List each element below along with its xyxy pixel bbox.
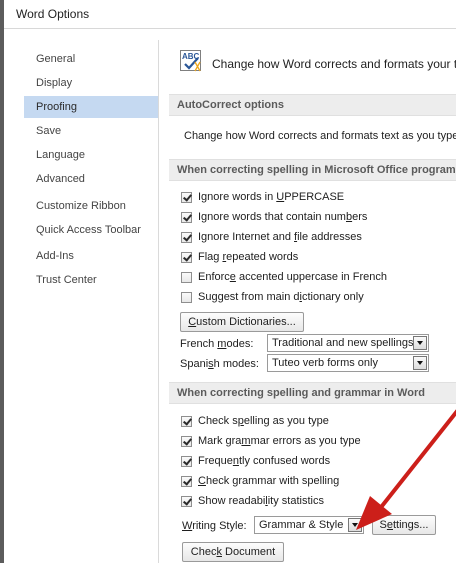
checkbox-label: Mark grammar errors as you type bbox=[198, 435, 361, 447]
nav-item-save[interactable]: Save bbox=[24, 120, 158, 142]
section-autocorrect: AutoCorrect options bbox=[169, 94, 456, 116]
settings-button[interactable]: Settings... bbox=[372, 515, 436, 535]
french-modes-dropdown[interactable]: Traditional and new spellings bbox=[267, 334, 429, 352]
checkbox-label: Flag repeated words bbox=[198, 251, 299, 263]
section-title-word-spelling: When correcting spelling and grammar in … bbox=[177, 387, 425, 399]
checkbox-label: Ignore Internet and file addresses bbox=[198, 231, 362, 243]
checkbox-label: Show readability statistics bbox=[198, 495, 324, 507]
checkbox-box[interactable] bbox=[181, 496, 192, 507]
nav-item-trust-center[interactable]: Trust Center bbox=[24, 269, 158, 291]
nav-item-advanced[interactable]: Advanced bbox=[24, 168, 158, 190]
french-modes-value: Traditional and new spellings bbox=[272, 337, 414, 349]
checkbox-box[interactable] bbox=[181, 476, 192, 487]
nav-item-customize-ribbon[interactable]: Customize Ribbon bbox=[24, 195, 158, 217]
autocorrect-description: Change how Word corrects and formats tex… bbox=[184, 130, 456, 142]
checkbox-label: Ignore words in UPPERCASE bbox=[198, 191, 345, 203]
writing-style-dropdown[interactable]: Grammar & Style bbox=[254, 516, 364, 534]
checkbox-label: Frequently confused words bbox=[198, 455, 331, 467]
french-modes-label: French modes: bbox=[180, 338, 254, 350]
panel-header-text: Change how Word corrects and formats you… bbox=[212, 57, 456, 71]
section-title-office-spelling: When correcting spelling in Microsoft Of… bbox=[177, 164, 456, 176]
checkbox-box[interactable] bbox=[181, 416, 192, 427]
chevron-down-icon[interactable] bbox=[413, 356, 427, 370]
check-document-button[interactable]: Check Document bbox=[182, 542, 284, 562]
checkbox-label: Suggest from main dictionary only bbox=[198, 291, 364, 303]
checkbox-box[interactable] bbox=[181, 436, 192, 447]
chevron-down-icon[interactable] bbox=[413, 336, 427, 350]
title-bar: Word Options bbox=[4, 0, 456, 29]
spanish-modes-value: Tuteo verb forms only bbox=[272, 357, 378, 369]
checkbox-label: Ignore words that contain numbers bbox=[198, 211, 368, 223]
checkbox-box[interactable] bbox=[181, 292, 192, 303]
checkbox-box[interactable] bbox=[181, 456, 192, 467]
nav-item-proofing[interactable]: Proofing bbox=[24, 96, 158, 118]
checkbox-box[interactable] bbox=[181, 252, 192, 263]
word-options-dialog: Word Options General Display Proofing Sa… bbox=[0, 0, 456, 563]
writing-style-label: Writing Style: bbox=[182, 520, 247, 532]
nav-item-language[interactable]: Language bbox=[24, 144, 158, 166]
custom-dictionaries-button[interactable]: Custom Dictionaries... bbox=[180, 312, 304, 332]
checkbox-label: Check grammar with spelling bbox=[198, 475, 340, 487]
checkbox-box[interactable] bbox=[181, 272, 192, 283]
section-title-autocorrect: AutoCorrect options bbox=[177, 99, 284, 111]
nav-item-add-ins[interactable]: Add-Ins bbox=[24, 245, 158, 267]
checkbox-box[interactable] bbox=[181, 232, 192, 243]
proofing-panel: ABC Change how Word corrects and formats… bbox=[162, 40, 456, 563]
nav-item-display[interactable]: Display bbox=[24, 72, 158, 94]
chevron-down-icon[interactable] bbox=[348, 518, 362, 532]
spanish-modes-label: Spanish modes: bbox=[180, 358, 259, 370]
checkbox-label: Enforce accented uppercase in French bbox=[198, 271, 387, 283]
checkbox-label: Check spelling as you type bbox=[198, 415, 329, 427]
section-word-spelling: When correcting spelling and grammar in … bbox=[169, 382, 456, 404]
checkbox-box[interactable] bbox=[181, 212, 192, 223]
options-nav-sidebar: General Display Proofing Save Language A… bbox=[18, 40, 159, 563]
checkbox-box[interactable] bbox=[181, 192, 192, 203]
section-office-spelling: When correcting spelling in Microsoft Of… bbox=[169, 159, 456, 181]
abc-spell-check-icon: ABC bbox=[180, 50, 201, 72]
nav-item-general[interactable]: General bbox=[24, 48, 158, 70]
nav-item-quick-access-toolbar[interactable]: Quick Access Toolbar bbox=[24, 219, 158, 241]
writing-style-value: Grammar & Style bbox=[259, 519, 344, 531]
panel-header: ABC Change how Word corrects and formats… bbox=[162, 40, 456, 84]
dialog-title: Word Options bbox=[16, 7, 90, 21]
spanish-modes-dropdown[interactable]: Tuteo verb forms only bbox=[267, 354, 429, 372]
